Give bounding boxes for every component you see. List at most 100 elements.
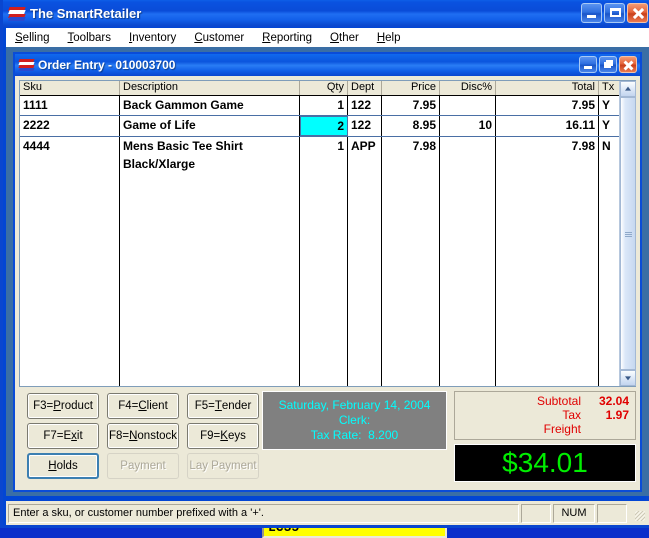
cell-qty[interactable]: 1	[300, 96, 348, 115]
menu-item-customer[interactable]: Customer	[185, 30, 253, 46]
order-window-controls	[579, 56, 637, 73]
order-window-title: Order Entry - 010003700	[38, 58, 176, 72]
flag-icon	[8, 6, 26, 21]
cell-price: 7.98	[382, 137, 440, 175]
column-header-dept[interactable]: Dept	[348, 81, 382, 95]
order-date: Saturday, February 14, 2004	[278, 398, 431, 412]
f3-product-button[interactable]: F3= Product	[27, 393, 99, 419]
cell-sku: 2222	[20, 116, 120, 136]
cell-qty[interactable]: 1	[300, 137, 348, 175]
subtotal-value: 32.04	[598, 394, 629, 408]
grid-body: 1111 Back Gammon Game 1 122 7.95 7.95 Y …	[20, 96, 619, 386]
totals-panel: Subtotal 32.04 Tax 1.97 Freight	[454, 391, 636, 440]
order-entry-window: Order Entry - 010003700 Sku Description …	[13, 52, 642, 538]
grid-empty-area[interactable]	[20, 175, 619, 386]
scroll-up-icon[interactable]	[620, 81, 636, 97]
close-button[interactable]	[627, 3, 648, 23]
f7-exit-button[interactable]: F7=E x it	[27, 423, 99, 449]
order-info-panel: Saturday, February 14, 2004 Clerk: Tax R…	[262, 391, 447, 450]
flag-icon	[18, 59, 35, 71]
menu-item-inventory[interactable]: Inventory	[120, 30, 185, 46]
grid-header-row: Sku Description Qty Dept Price Disc% Tot…	[20, 81, 619, 96]
cell-dept: 122	[348, 96, 382, 115]
column-header-total[interactable]: Total	[496, 81, 599, 95]
column-header-description[interactable]: Description	[120, 81, 300, 95]
cell-tx: Y	[602, 98, 611, 112]
table-row[interactable]: 2222 Game of Life 2 122 8.95 10 16.11 Y	[20, 115, 619, 137]
menu-item-reporting[interactable]: Reporting	[253, 30, 321, 46]
tax-rate-label: Tax Rate: 8.200	[310, 428, 399, 442]
scroll-down-icon[interactable]	[620, 370, 636, 386]
cell-disc	[440, 96, 496, 115]
table-row[interactable]: 1111 Back Gammon Game 1 122 7.95 7.95 Y	[20, 96, 619, 115]
cell-total: 16.11	[496, 116, 599, 136]
cell-tx: Y	[602, 118, 611, 132]
application-window: The SmartRetailer Selling Toolbars Inven…	[0, 0, 649, 538]
maximize-button[interactable]	[604, 3, 625, 23]
cell-disc: 10	[440, 116, 496, 136]
tax-value: 1.97	[605, 408, 629, 422]
f8-nonstock-button[interactable]: F8= Nonstock	[107, 423, 179, 449]
freight-row: Freight	[455, 422, 629, 436]
subtotal-row: Subtotal 32.04	[455, 394, 629, 408]
menu-item-toolbars[interactable]: Toolbars	[59, 30, 120, 46]
cell-price: 7.95	[382, 96, 440, 115]
status-message: Enter a sku, or customer number prefixed…	[8, 503, 519, 523]
column-header-tx[interactable]: Tx	[599, 81, 619, 95]
status-num-indicator: NUM	[553, 503, 595, 523]
cell-description: Back Gammon Game	[120, 96, 300, 115]
scrollbar-track[interactable]	[620, 97, 636, 370]
menu-item-help[interactable]: Help	[368, 30, 410, 46]
status-pane-4	[597, 503, 627, 523]
window-title: The SmartRetailer	[30, 6, 142, 21]
payment-button: Payment	[107, 453, 179, 479]
f9-keys-button[interactable]: F9= Keys	[187, 423, 259, 449]
menu-item-other[interactable]: Other	[321, 30, 368, 46]
line-items-grid[interactable]: Sku Description Qty Dept Price Disc% Tot…	[19, 80, 636, 387]
cell-total: 7.98	[496, 137, 599, 175]
order-close-button[interactable]	[619, 56, 637, 73]
cell-description: Mens Basic Tee Shirt Black/Xlarge	[120, 137, 300, 175]
order-restore-button[interactable]	[599, 56, 617, 73]
freight-label: Freight	[543, 422, 581, 436]
window-titlebar: The SmartRetailer	[3, 0, 649, 27]
cell-dept: 122	[348, 116, 382, 136]
column-header-disc[interactable]: Disc%	[440, 81, 496, 95]
clerk-label: Clerk:	[338, 413, 371, 427]
subtotal-label: Subtotal	[536, 394, 581, 408]
column-header-qty[interactable]: Qty	[300, 81, 348, 95]
minimize-button[interactable]	[581, 3, 602, 23]
menu-item-selling[interactable]: Selling	[6, 30, 59, 46]
window-controls	[581, 3, 648, 23]
cell-disc	[440, 137, 496, 175]
column-header-sku[interactable]: Sku	[20, 81, 120, 95]
cell-sku: 4444	[20, 137, 120, 175]
order-minimize-button[interactable]	[579, 56, 597, 73]
scrollbar-thumb[interactable]	[620, 97, 636, 370]
resize-grip-icon[interactable]	[629, 504, 647, 523]
f4-client-button[interactable]: F4= Client	[107, 393, 179, 419]
grid-main: Sku Description Qty Dept Price Disc% Tot…	[20, 81, 619, 386]
cell-tx: N	[602, 139, 611, 153]
table-row[interactable]: 4444 Mens Basic Tee Shirt Black/Xlarge 1…	[20, 137, 619, 175]
cell-description: Game of Life	[120, 116, 300, 136]
cell-sku: 1111	[20, 96, 120, 115]
function-buttons-panel: F3= Product F4= Client F5= Tender F7=E x it F…	[19, 391, 259, 488]
grid-vertical-scrollbar[interactable]	[619, 81, 636, 386]
cell-qty[interactable]: 2	[300, 116, 348, 136]
grand-total-display: $34.01	[454, 444, 636, 482]
tax-row: Tax 1.97	[455, 408, 629, 422]
cell-total: 7.95	[496, 96, 599, 115]
tax-label: Tax	[562, 408, 581, 422]
f5-tender-button[interactable]: F5= Tender	[187, 393, 259, 419]
column-header-price[interactable]: Price	[382, 81, 440, 95]
order-window-titlebar: Order Entry - 010003700	[15, 54, 640, 76]
cell-price: 8.95	[382, 116, 440, 136]
lay-payment-button: Lay Payment	[187, 453, 259, 479]
status-pane-2	[521, 503, 551, 523]
mdi-client-area: Order Entry - 010003700 Sku Description …	[6, 47, 649, 538]
menubar: Selling Toolbars Inventory Customer Repo…	[6, 28, 649, 47]
statusbar: Enter a sku, or customer number prefixed…	[6, 501, 649, 525]
holds-button[interactable]: Holds	[27, 453, 99, 479]
cell-dept: APP	[348, 137, 382, 175]
